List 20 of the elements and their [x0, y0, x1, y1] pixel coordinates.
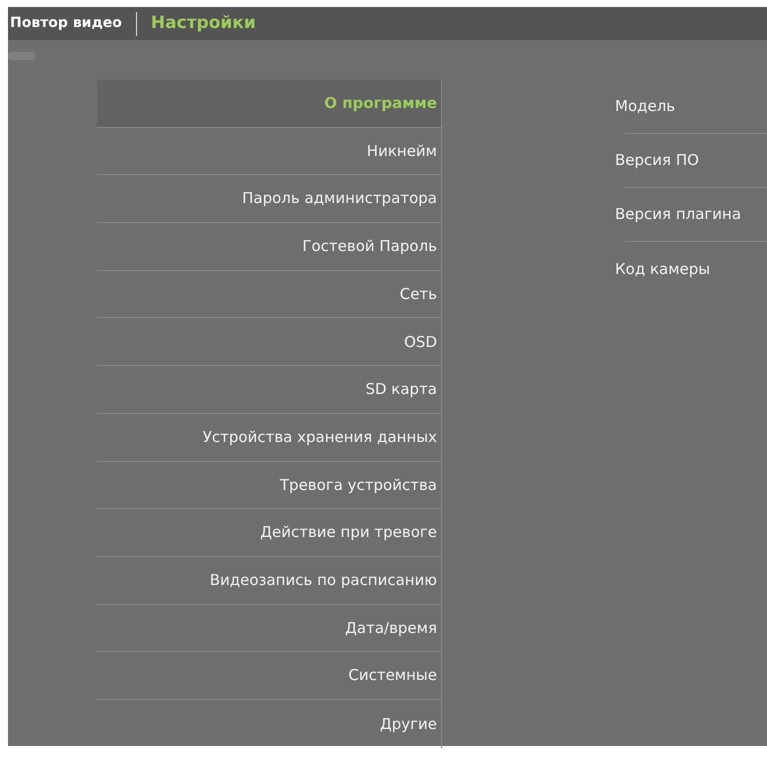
field-label: Код камеры — [615, 258, 710, 280]
menu-item[interactable]: Устройства хранения данных — [97, 414, 441, 462]
menu-item[interactable]: Действие при тревоге — [97, 509, 441, 557]
menu-item[interactable]: Гостевой Пароль — [97, 223, 441, 271]
menu-item[interactable]: Дата/время — [97, 604, 441, 652]
menu-item[interactable]: О программе — [97, 80, 441, 128]
menu-item[interactable]: Пароль администратора — [97, 175, 441, 224]
menu-item[interactable]: Системные — [97, 652, 441, 700]
field-label: Версия плагина — [615, 204, 742, 226]
menu-item[interactable]: Никнейм — [97, 128, 441, 176]
field-label: Модель — [615, 96, 676, 118]
menu-item[interactable]: Тревога устройства — [97, 462, 441, 510]
nav-tab[interactable]: Повтор видео — [8, 13, 124, 34]
menu-item[interactable]: Сеть — [97, 270, 441, 318]
nav-tab[interactable]: Настройки — [148, 10, 258, 36]
menu-item[interactable]: SD карта — [97, 366, 441, 414]
menu-item[interactable]: OSD — [97, 318, 441, 366]
field-label: Версия ПО — [615, 150, 699, 172]
menu-item[interactable]: Видеозапись по расписанию — [97, 556, 441, 605]
menu-item[interactable]: Другие — [97, 700, 441, 748]
